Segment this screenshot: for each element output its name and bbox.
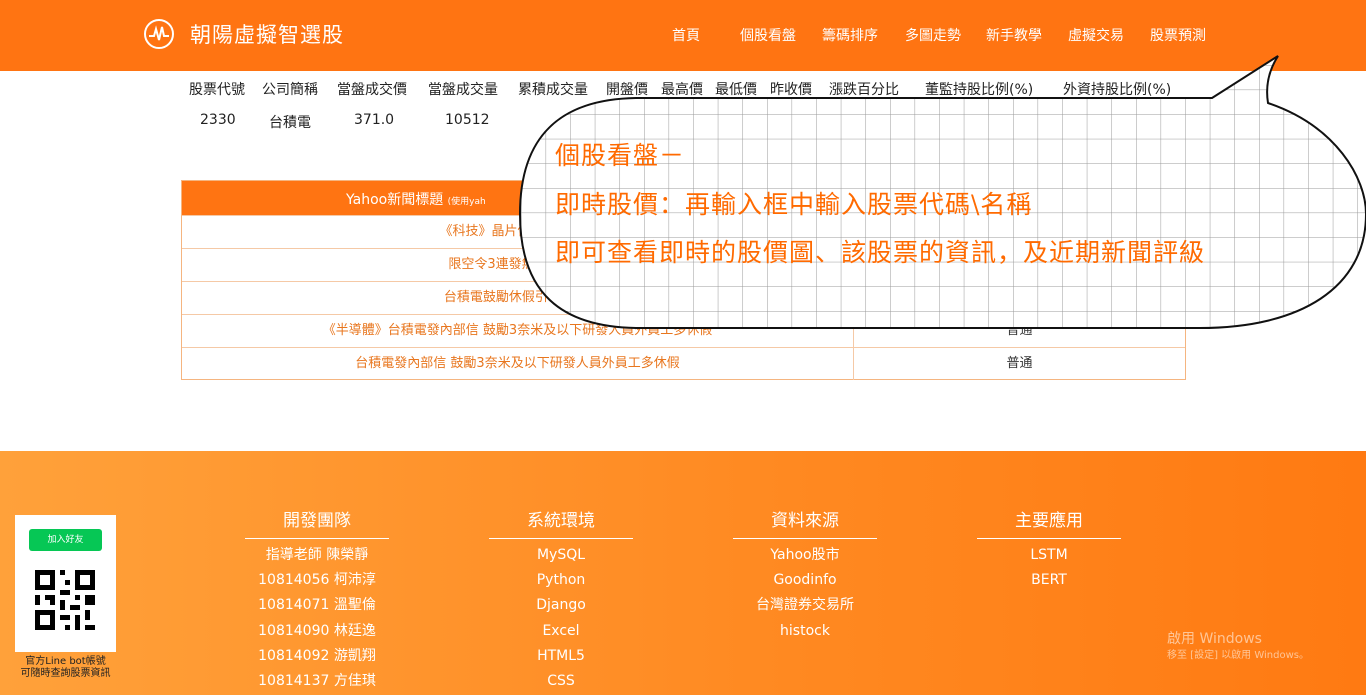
- pulse-logo-icon[interactable]: [144, 19, 174, 49]
- footer-item: 10814090 林廷逸: [258, 622, 376, 639]
- footer-item: 10814056 柯沛淳: [258, 572, 376, 589]
- footer-item: 指導老師 陳榮靜: [265, 547, 369, 563]
- nav-prediction[interactable]: 股票預測: [1150, 25, 1206, 45]
- col-header-prev-close: 昨收價: [770, 82, 812, 98]
- footer-heading: 主要應用: [977, 509, 1121, 539]
- col-header-code: 股票代號: [189, 82, 245, 98]
- site-brand[interactable]: 朝陽虛擬智選股: [190, 19, 344, 49]
- footer-item: 10814071 溫聖倫: [258, 597, 376, 614]
- col-header-open: 開盤價: [606, 82, 648, 98]
- windows-activation-watermark: 啟用 Windows: [1167, 631, 1262, 647]
- callout-line-1: 個股看盤－: [555, 141, 686, 170]
- nav-tutorial[interactable]: 新手教學: [986, 25, 1042, 45]
- col-header-volume: 當盤成交量: [428, 82, 498, 98]
- col-header-change-pct: 漲跌百分比: [829, 82, 899, 98]
- qr-caption-line-2: 可隨時查詢股票資訊: [20, 668, 111, 679]
- footer: 加入好友 官方Line bot帳號 可隨時查詢股票資訊 開發團隊 指導老師 陳榮…: [0, 451, 1366, 695]
- footer-item: Django: [536, 597, 586, 614]
- footer-item: LSTM: [1030, 547, 1068, 563]
- footer-item: 台灣證券交易所: [756, 597, 854, 614]
- footer-item: 10814092 游凱翔: [258, 647, 376, 664]
- news-header-title: Yahoo新聞標題: [346, 192, 444, 208]
- top-nav-bar: 朝陽虛擬智選股 首頁 個股看盤 籌碼排序 多圖走勢 新手教學 虛擬交易 股票預測: [0, 0, 1366, 71]
- footer-item: histock: [780, 622, 830, 639]
- nav-stock-watch[interactable]: 個股看盤: [740, 25, 796, 45]
- qr-code-icon: [35, 570, 95, 630]
- line-qr-card: 加入好友: [15, 515, 116, 652]
- footer-item: Python: [536, 572, 586, 589]
- line-add-friend-button[interactable]: 加入好友: [29, 529, 102, 551]
- footer-heading: 開發團隊: [245, 509, 389, 539]
- col-header-foreign-holding: 外資持股比例(%): [1063, 82, 1172, 98]
- col-header-total-volume: 累積成交量: [518, 82, 588, 98]
- news-rating: 普通: [853, 315, 1185, 347]
- cell-volume: 10512: [445, 112, 490, 128]
- footer-item: Yahoo股市: [770, 547, 840, 563]
- news-header-note: (使用yah: [447, 197, 486, 207]
- nav-multi-chart[interactable]: 多圖走勢: [905, 25, 961, 45]
- footer-item: 10814137 方佳琪: [258, 672, 376, 689]
- qr-caption-line-1: 官方Line bot帳號: [25, 656, 106, 667]
- footer-item: BERT: [1031, 572, 1067, 589]
- col-header-low: 最低價: [715, 82, 757, 98]
- news-rating: [853, 282, 1185, 314]
- footer-column-environment: 系統環境 MySQL Python Django Excel HTML5 CSS: [489, 509, 633, 695]
- col-header-name: 公司簡稱: [262, 82, 318, 98]
- footer-column-sources: 資料來源 Yahoo股市 Goodinfo 台灣證券交易所 histock: [733, 509, 877, 646]
- line-qr-caption: 官方Line bot帳號 可隨時查詢股票資訊: [0, 656, 131, 680]
- cell-name: 台積電: [269, 115, 311, 131]
- footer-item: Excel: [542, 622, 580, 639]
- news-title-link[interactable]: 台積電發內部信 鼓勵3奈米及以下研發人員外員工多休假: [182, 348, 853, 380]
- footer-item: Goodinfo: [773, 572, 837, 589]
- footer-column-applications: 主要應用 LSTM BERT: [977, 509, 1121, 595]
- footer-item: CSS: [547, 672, 575, 689]
- cell-price: 371.0: [354, 112, 395, 128]
- col-header-price: 當盤成交價: [337, 82, 407, 98]
- footer-heading: 資料來源: [733, 509, 877, 539]
- news-title-link[interactable]: 《半導體》台積電發內部信 鼓勵3奈米及以下研發人員外員工多休假: [182, 315, 853, 347]
- col-header-director-holding: 董監持股比例(%): [925, 82, 1034, 98]
- nav-chip-ranking[interactable]: 籌碼排序: [822, 25, 878, 45]
- news-row: 台積電發內部信 鼓勵3奈米及以下研發人員外員工多休假 普通: [182, 347, 1185, 380]
- callout-line-3: 即可查看即時的股價圖、該股票的資訊，及近期新聞評級: [555, 238, 1206, 267]
- nav-home[interactable]: 首頁: [672, 25, 700, 45]
- cell-code: 2330: [200, 112, 236, 128]
- col-header-high: 最高價: [661, 82, 703, 98]
- callout-line-2: 即時股價：再輸入框中輸入股票代碼\名稱: [555, 190, 1033, 219]
- windows-activation-note: 移至 [設定] 以啟用 Windows。: [1167, 650, 1309, 661]
- footer-item: HTML5: [537, 647, 585, 664]
- page: 朝陽虛擬智選股 首頁 個股看盤 籌碼排序 多圖走勢 新手教學 虛擬交易 股票預測…: [0, 0, 1366, 695]
- news-title-link[interactable]: 台積電鼓勵休假引聯想 緩: [182, 282, 853, 314]
- news-row: 《半導體》台積電發內部信 鼓勵3奈米及以下研發人員外員工多休假 普通: [182, 314, 1185, 347]
- news-row: 台積電鼓勵休假引聯想 緩: [182, 281, 1185, 314]
- nav-virtual-trade[interactable]: 虛擬交易: [1068, 25, 1124, 45]
- footer-item: MySQL: [536, 547, 586, 563]
- footer-heading: 系統環境: [489, 509, 633, 539]
- footer-column-team: 開發團隊 指導老師 陳榮靜 10814056 柯沛淳 10814071 溫聖倫 …: [245, 509, 389, 695]
- news-rating: 普通: [853, 348, 1185, 380]
